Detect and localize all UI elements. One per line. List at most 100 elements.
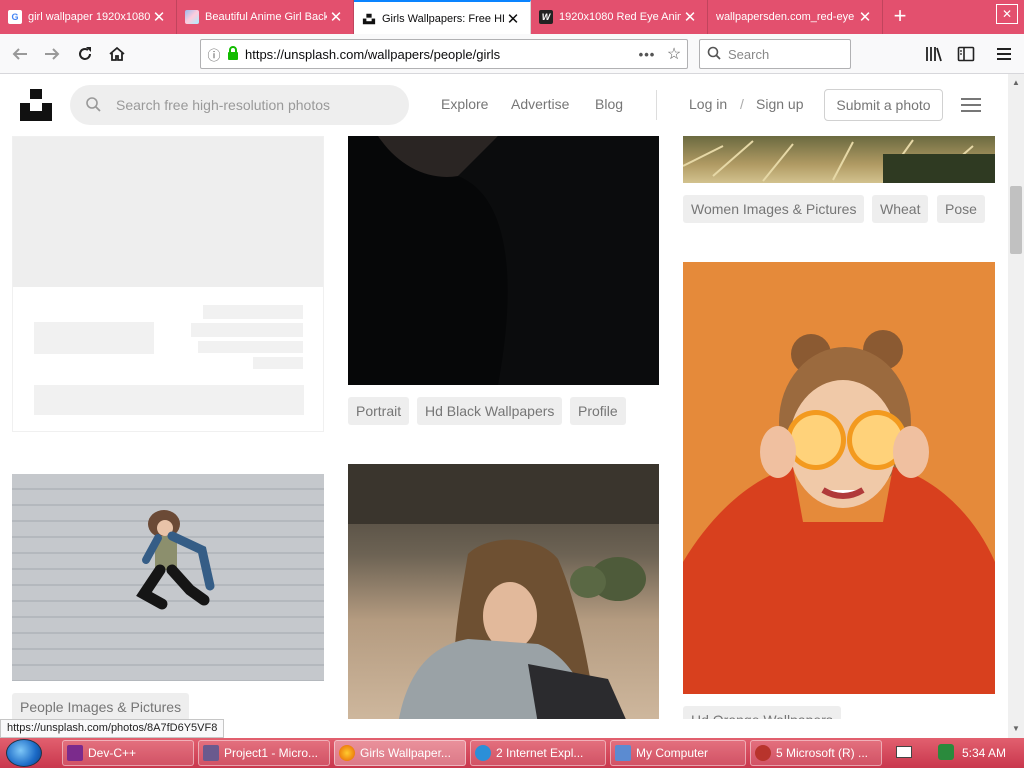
scrollbar-thumb[interactable] xyxy=(1010,186,1022,254)
browser-search-box[interactable]: Search xyxy=(699,39,851,69)
close-tab-icon[interactable]: ✕ xyxy=(150,8,168,26)
window-close-button[interactable]: ✕ xyxy=(996,4,1018,24)
jumping-girl-illustration xyxy=(136,510,215,610)
link-status-bar: https://unsplash.com/photos/8A7fD6Y5VF8 xyxy=(0,719,225,738)
sidebar-icon xyxy=(957,46,975,62)
tag-pose[interactable]: Pose xyxy=(937,195,985,223)
library-icon xyxy=(926,47,942,62)
taskbar-item-project1[interactable]: Project1 - Micro... xyxy=(198,740,330,766)
tag-wheat[interactable]: Wheat xyxy=(872,195,929,223)
vertical-scrollbar[interactable]: ▲ ▼ xyxy=(1008,74,1024,738)
scroll-down-arrow-icon[interactable]: ▼ xyxy=(1012,724,1020,733)
photo-grid: People Images & Pictures Portrait Hd Bla… xyxy=(0,136,1008,719)
tab-red-eye-anime[interactable]: W 1920x1080 Red Eye Anime ✕ xyxy=(531,0,708,34)
taskbar-clock[interactable]: 5:34 AM xyxy=(962,738,1006,768)
google-favicon-icon: G xyxy=(8,10,22,24)
info-icon[interactable]: ⓘ xyxy=(201,45,227,64)
library-button[interactable] xyxy=(920,40,948,68)
loading-text-placeholder xyxy=(191,323,303,337)
home-button[interactable] xyxy=(103,40,131,68)
nav-explore-link[interactable]: Explore xyxy=(441,96,488,112)
tag-portrait[interactable]: Portrait xyxy=(348,397,410,425)
reload-button[interactable] xyxy=(71,40,99,68)
loading-text-placeholder xyxy=(198,341,303,353)
tab-girl-wallpaper[interactable]: G girl wallpaper 1920x1080 ✕ xyxy=(0,0,177,34)
photo-orange-girl[interactable] xyxy=(683,262,995,694)
nav-blog-link[interactable]: Blog xyxy=(595,96,623,112)
home-icon xyxy=(109,46,125,61)
taskbar-item-my-computer[interactable]: My Computer xyxy=(610,740,746,766)
taskbar-item-firefox[interactable]: Girls Wallpaper... xyxy=(334,740,466,766)
close-tab-icon[interactable]: ✕ xyxy=(504,10,522,28)
tag-hd-orange-wallpapers[interactable]: Hd Orange Wallpapers xyxy=(683,706,841,719)
taskbar-label: My Computer xyxy=(636,746,709,760)
tab-title: Girls Wallpapers: Free HD Download xyxy=(382,12,504,25)
wheat-illustration xyxy=(683,139,995,183)
close-tab-icon[interactable]: ✕ xyxy=(856,8,874,26)
taskbar-item-internet-explorer[interactable]: 2 Internet Expl... xyxy=(470,740,606,766)
tab-title: wallpapersden.com_red-eye xyxy=(716,11,855,23)
scroll-up-arrow-icon[interactable]: ▲ xyxy=(1012,78,1020,87)
nav-advertise-link[interactable]: Advertise xyxy=(511,96,569,112)
firefox-icon xyxy=(339,745,355,761)
dark-portrait-illustration xyxy=(378,136,659,385)
photo-wheat-field[interactable] xyxy=(683,136,995,183)
site-menu-icon[interactable] xyxy=(961,98,981,112)
sidebar-button[interactable] xyxy=(952,40,980,68)
site-header: Search free high-resolution photos Explo… xyxy=(0,74,1008,136)
photo-dark-portrait[interactable] xyxy=(348,136,659,385)
forward-button[interactable] xyxy=(38,40,66,68)
keyboard-icon[interactable] xyxy=(896,746,912,758)
search-placeholder: Search xyxy=(728,46,770,62)
menu-button[interactable] xyxy=(990,40,1018,68)
anime-favicon-icon xyxy=(185,10,199,24)
taskbar-label: 2 Internet Expl... xyxy=(496,746,584,760)
loading-text-placeholder xyxy=(34,322,154,354)
network-icon[interactable] xyxy=(938,744,954,760)
taskbar-label: Girls Wallpaper... xyxy=(360,746,451,760)
loading-text-placeholder xyxy=(34,385,304,415)
close-tab-icon[interactable]: ✕ xyxy=(681,8,699,26)
taskbar-item-devcpp[interactable]: Dev-C++ xyxy=(62,740,194,766)
url-text[interactable]: https://unsplash.com/wallpapers/people/g… xyxy=(245,47,633,62)
windows-taskbar: Dev-C++ Project1 - Micro... Girls Wallpa… xyxy=(0,738,1024,768)
orange-girl-illustration xyxy=(683,330,995,694)
taskbar-label: 5 Microsoft (R) ... xyxy=(776,746,869,760)
tab-anime-girl[interactable]: Beautiful Anime Girl Backgrounds ✕ xyxy=(177,0,354,34)
address-bar[interactable]: ⓘ https://unsplash.com/wallpapers/people… xyxy=(200,39,688,69)
login-link[interactable]: Log in xyxy=(689,96,727,112)
submit-photo-button[interactable]: Submit a photo xyxy=(824,89,943,121)
tag-women-images[interactable]: Women Images & Pictures xyxy=(683,195,865,223)
microsoft-app-icon xyxy=(755,745,771,761)
back-button[interactable] xyxy=(6,40,34,68)
taskbar-label: Dev-C++ xyxy=(88,746,137,760)
tab-girls-wallpapers[interactable]: Girls Wallpapers: Free HD Download ✕ xyxy=(354,0,531,35)
back-arrow-icon xyxy=(12,48,27,60)
tab-wallpapersden[interactable]: wallpapersden.com_red-eye ✕ xyxy=(708,0,883,34)
taskbar-item-microsoft[interactable]: 5 Microsoft (R) ... xyxy=(750,740,882,766)
close-tab-icon[interactable]: ✕ xyxy=(327,8,345,26)
photo-sitting-girl[interactable] xyxy=(348,464,659,719)
photo-search-input[interactable]: Search free high-resolution photos xyxy=(70,85,409,125)
tab-title: girl wallpaper 1920x1080 xyxy=(28,11,150,23)
tag-profile[interactable]: Profile xyxy=(570,397,626,425)
new-tab-button[interactable]: + xyxy=(888,4,912,30)
tag-people-images[interactable]: People Images & Pictures xyxy=(12,693,190,719)
taskbar-label: Project1 - Micro... xyxy=(224,746,319,760)
unsplash-logo-icon[interactable] xyxy=(20,89,52,121)
hamburger-menu-icon xyxy=(997,48,1011,60)
auth-separator: / xyxy=(740,96,744,112)
sitting-girl-illustration xyxy=(348,464,659,719)
loading-text-placeholder xyxy=(203,305,303,319)
signup-link[interactable]: Sign up xyxy=(756,96,803,112)
my-computer-icon xyxy=(615,745,631,761)
search-placeholder: Search free high-resolution photos xyxy=(116,97,331,113)
bookmark-star-icon[interactable]: ☆ xyxy=(661,44,687,64)
tab-strip: G girl wallpaper 1920x1080 ✕ Beautiful A… xyxy=(0,0,1024,35)
page-actions-icon[interactable]: ••• xyxy=(633,47,661,62)
tag-hd-black-wallpapers[interactable]: Hd Black Wallpapers xyxy=(417,397,563,425)
loading-image-placeholder xyxy=(13,137,323,287)
start-button[interactable] xyxy=(6,739,42,767)
photo-jumping-girl[interactable] xyxy=(12,474,324,681)
loading-text-placeholder xyxy=(253,357,303,369)
